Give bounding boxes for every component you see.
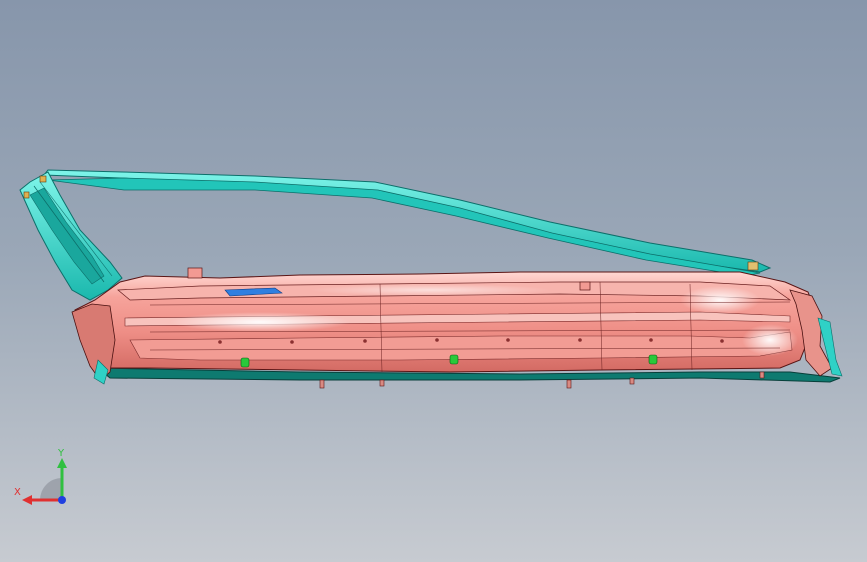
y-axis-arrow — [57, 458, 67, 468]
y-axis-label: Y — [57, 448, 65, 459]
x-axis-arrow — [22, 495, 32, 505]
z-axis-dot — [58, 496, 66, 504]
cad-viewport[interactable]: Y X — [0, 0, 867, 562]
axis-triad: Y X — [14, 448, 67, 505]
x-axis-label: X — [14, 487, 21, 498]
